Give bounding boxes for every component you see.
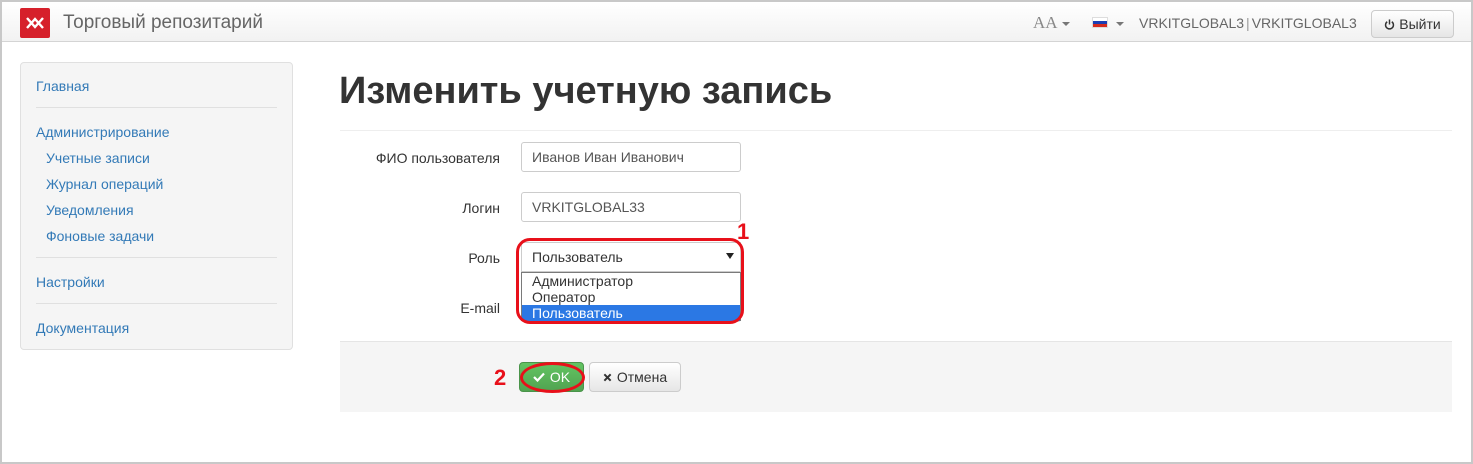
user-secondary: VRKITGLOBAL3 <box>1251 15 1357 31</box>
page-title: Изменить учетную запись <box>339 70 833 112</box>
email-label: E-mail <box>460 300 500 316</box>
sidebar-item-operations-log[interactable]: Журнал операций <box>46 176 163 192</box>
sidebar-item-background-tasks[interactable]: Фоновые задачи <box>46 228 154 244</box>
annotation-marker-1: 1 <box>737 219 750 244</box>
sidebar-divider <box>36 107 277 108</box>
sidebar-item-notifications[interactable]: Уведомления <box>46 202 134 218</box>
chevron-down-icon <box>1061 22 1070 26</box>
role-label: Роль <box>468 250 500 266</box>
sidebar-divider <box>36 303 277 304</box>
close-icon <box>603 373 612 381</box>
title-divider <box>340 130 1452 131</box>
user-separator: | <box>1246 15 1250 31</box>
annotation-highlight-2 <box>520 362 585 393</box>
cancel-button[interactable]: Отмена <box>589 362 681 392</box>
user-info: VRKITGLOBAL3 | VRKITGLOBAL3 <box>1139 15 1357 31</box>
sidebar-item-settings[interactable]: Настройки <box>36 274 105 290</box>
language-dropdown[interactable] <box>1092 17 1124 28</box>
fullname-input[interactable] <box>521 142 741 172</box>
logout-label: Выйти <box>1399 16 1441 32</box>
sidebar-item-administration[interactable]: Администрирование <box>36 124 170 140</box>
power-icon <box>1385 18 1395 30</box>
form-actions-bar <box>340 341 1452 412</box>
annotation-highlight-1 <box>516 238 744 324</box>
font-size-icon: AA <box>1033 13 1058 32</box>
fullname-label: ФИО пользователя <box>375 150 500 166</box>
sidebar-item-home[interactable]: Главная <box>36 78 89 94</box>
font-size-dropdown[interactable]: AA <box>1033 13 1070 33</box>
login-input[interactable] <box>521 192 741 222</box>
sidebar-item-accounts[interactable]: Учетные записи <box>46 150 150 166</box>
top-navbar: Торговый репозитарий AA VRKITGLOBAL3 | VRK… <box>2 2 1471 42</box>
cancel-label: Отмена <box>616 369 668 385</box>
login-label: Логин <box>462 200 500 216</box>
sidebar-divider <box>36 257 277 258</box>
chevron-down-icon <box>1116 21 1124 26</box>
russia-flag-icon <box>1092 17 1108 28</box>
moex-logo-icon[interactable] <box>20 8 50 38</box>
annotation-marker-2: 2 <box>494 365 507 390</box>
user-primary: VRKITGLOBAL3 <box>1139 15 1245 31</box>
sidebar-item-documentation[interactable]: Документация <box>36 320 129 336</box>
sidebar: Главная Администрирование Учетные записи… <box>20 62 293 350</box>
app-title[interactable]: Торговый репозитарий <box>63 12 263 34</box>
logout-button[interactable]: Выйти <box>1371 10 1454 38</box>
